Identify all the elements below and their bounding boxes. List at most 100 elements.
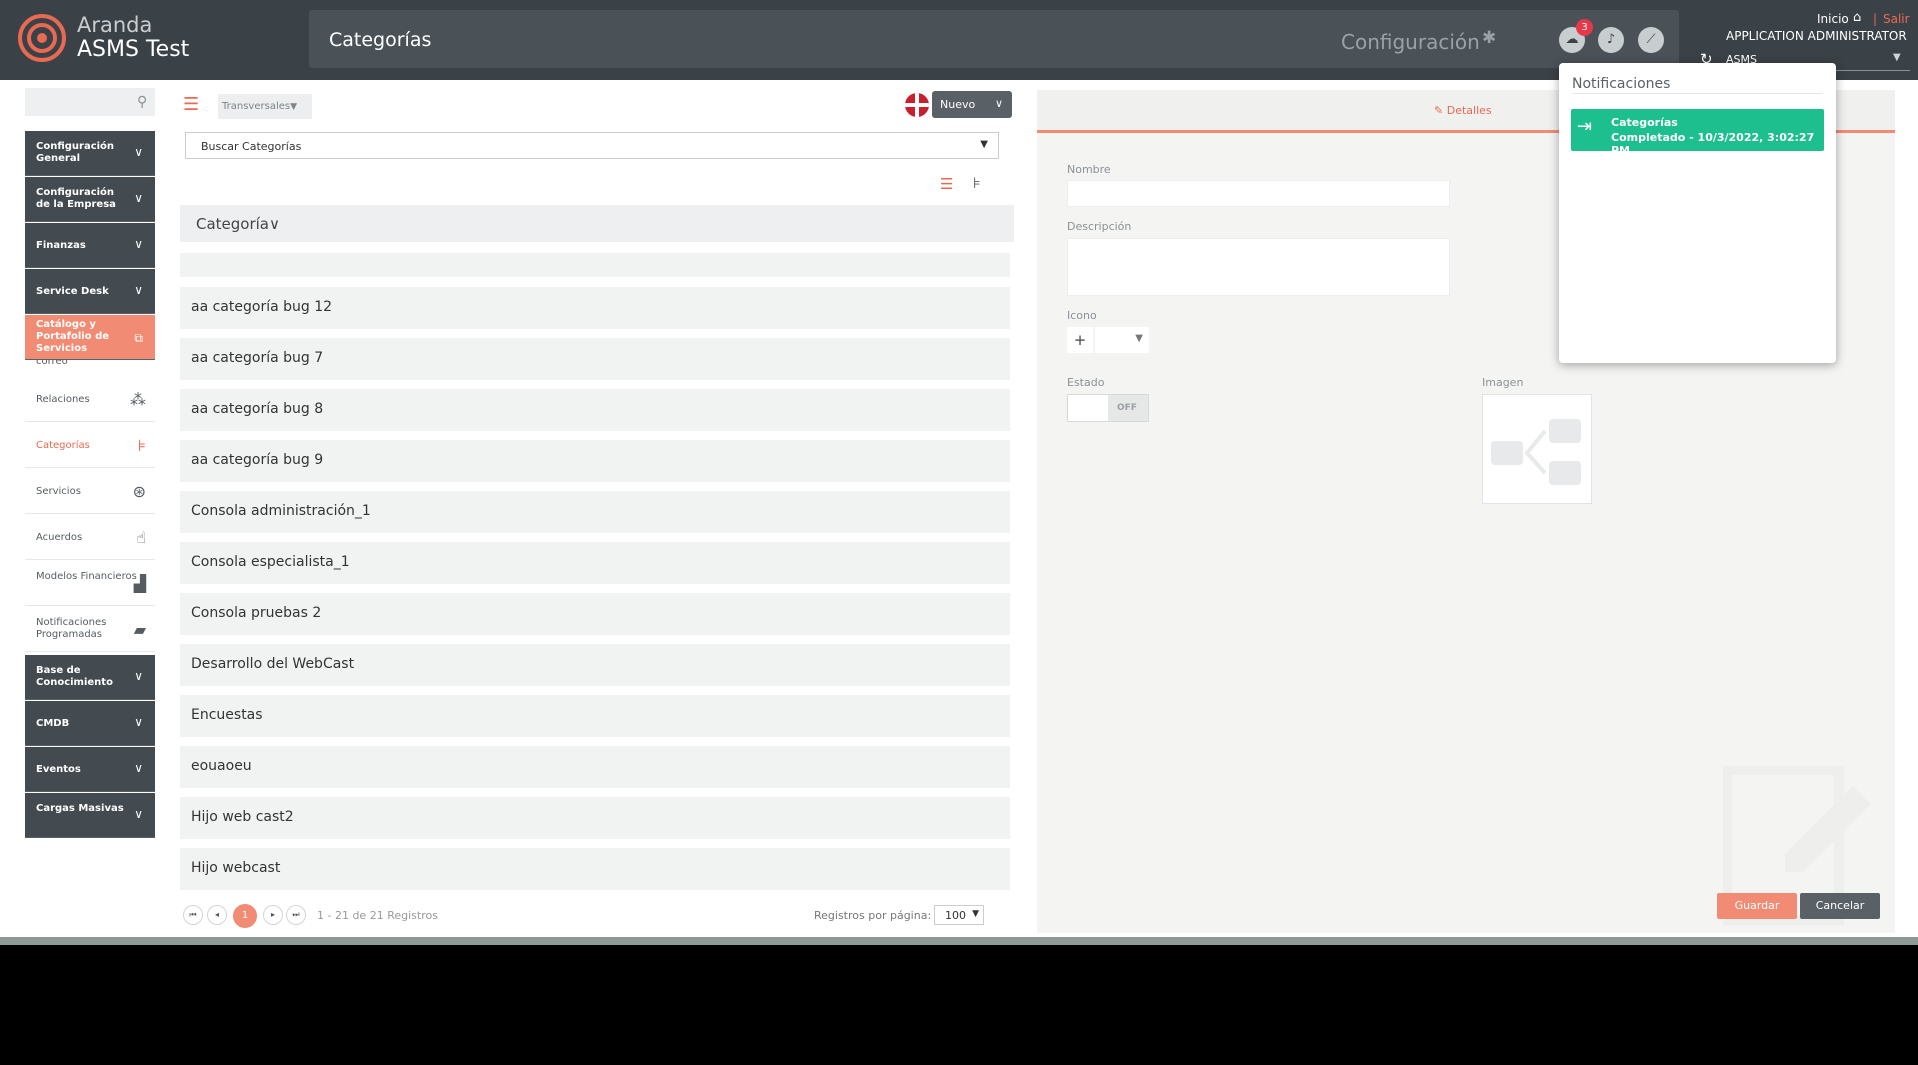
list-item[interactable]: Hijo web cast2 [180, 797, 1010, 839]
notification-title: Categorías [1611, 116, 1678, 129]
list-item[interactable]: eouaoeu [180, 746, 1010, 788]
caret-down-icon: ▼ [1135, 333, 1143, 344]
icon-select[interactable]: ▼ [1095, 327, 1149, 353]
description-field[interactable] [1067, 238, 1450, 296]
pager-info: 1 - 21 de 21 Registros [317, 909, 438, 922]
divider [1572, 93, 1823, 94]
bottom-strip [0, 937, 1918, 945]
first-page-icon[interactable]: ⏮ [183, 905, 203, 925]
search-icon[interactable]: ⚲ [137, 94, 147, 110]
home-link[interactable]: Inicio [1817, 12, 1849, 26]
brand-product: ASMS Test [77, 37, 190, 62]
list-filter-row [180, 253, 1010, 277]
new-button[interactable]: Nuevo ∨ [932, 91, 1012, 118]
filter-value: Transversales [222, 101, 291, 112]
name-field[interactable] [1067, 180, 1450, 207]
column-header-label: Categoría [196, 215, 270, 233]
config-link[interactable]: Configuración [1341, 30, 1480, 54]
services-icon: ⊛ [132, 482, 146, 501]
current-page[interactable]: 1 [233, 904, 257, 928]
menu-cargas-masivas[interactable]: Cargas Masivas ∨ [25, 793, 155, 838]
thumbs-up-icon: ☝ [136, 528, 146, 547]
caret-down-icon: ▼ [972, 909, 979, 919]
list-item[interactable]: Consola administración_1 [180, 491, 1010, 533]
chevron-down-icon: ∨ [134, 237, 143, 251]
menu-eventos[interactable]: Eventos ∨ [25, 747, 155, 792]
separator: | [1873, 12, 1878, 26]
chevron-down-icon: ∨ [994, 97, 1003, 110]
message-icon: ▰ [133, 620, 146, 639]
chevron-down-icon: ∨ [134, 669, 143, 683]
save-button[interactable]: Guardar [1717, 893, 1797, 919]
notification-badge: 3 [1576, 19, 1593, 36]
hamburger-menu-icon[interactable]: ☰ [183, 94, 199, 115]
list-item[interactable]: Desarrollo del WebCast [180, 644, 1010, 686]
list-view-icon[interactable]: ☰ [940, 175, 953, 193]
sidebar-item-modelos[interactable]: Modelos Financieros ▟ [25, 561, 155, 606]
sidebar-item-categorias[interactable]: Categorías ⊧ [25, 423, 155, 468]
per-page-label: Registros por página: [814, 909, 932, 922]
state-label: Estado [1067, 376, 1105, 389]
list-item[interactable]: aa categoría bug 7 [180, 338, 1010, 380]
list-item[interactable]: aa categoría bug 8 [180, 389, 1010, 431]
aranda-logo [18, 14, 66, 62]
state-toggle[interactable]: OFF [1067, 394, 1149, 422]
chevron-down-icon: ∨ [134, 191, 143, 205]
per-page-select[interactable]: 100 ▼ [934, 905, 984, 925]
search-categories-select[interactable]: Buscar Categorías ▼ [185, 132, 999, 159]
filter-select[interactable]: Transversales▼ [218, 94, 312, 119]
sort-chevron-icon: ∨ [269, 215, 280, 233]
menu-catalogo[interactable]: Catálogo y Portafolio de Servicios ⧉ [25, 315, 155, 360]
new-button-label: Nuevo [940, 98, 976, 111]
sidebar-item-acuerdos[interactable]: Acuerdos ☝ [25, 515, 155, 560]
menu-config-empresa[interactable]: Configuración de la Empresa ∨ [25, 177, 155, 222]
list-item[interactable]: Encuestas [180, 695, 1010, 737]
image-label: Imagen [1482, 376, 1524, 389]
menu-service-desk[interactable]: Service Desk ∨ [25, 269, 155, 314]
home-icon[interactable]: ⌂ [1853, 10, 1861, 25]
image-placeholder-icon [1491, 419, 1581, 485]
image-placeholder[interactable] [1482, 394, 1592, 504]
chevron-down-icon: ∨ [134, 807, 143, 821]
logout-link[interactable]: Salir [1883, 12, 1910, 26]
menu-finanzas[interactable]: Finanzas ∨ [25, 223, 155, 268]
add-icon-button[interactable]: + [1067, 327, 1093, 353]
chart-icon: ▟ [133, 574, 146, 593]
bell-icon[interactable]: ♪ [1598, 27, 1624, 53]
chevron-down-icon: ∨ [134, 761, 143, 775]
avatar[interactable]: ⟋ [1638, 27, 1664, 53]
list-item[interactable]: Hijo webcast [180, 848, 1010, 890]
prev-page-icon[interactable]: ◂ [207, 905, 227, 925]
list-item[interactable]: Consola pruebas 2 [180, 593, 1010, 635]
menu-base-conocimiento[interactable]: Base de Conocimiento ∨ [25, 655, 155, 700]
last-page-icon[interactable]: ⏭ [286, 905, 306, 925]
notification-item[interactable]: ⇥ Categorías Completado - 10/3/2022, 3:0… [1571, 109, 1824, 157]
chevron-down-icon[interactable]: ▼ [1893, 52, 1901, 63]
description-label: Descripción [1067, 220, 1132, 233]
notification-status: Completado - 10/3/2022, 3:02:27 PM [1611, 131, 1815, 157]
list-item[interactable]: aa categoría bug 9 [180, 440, 1010, 482]
list-item[interactable]: Consola especialista_1 [180, 542, 1010, 584]
language-flag-icon[interactable] [905, 93, 929, 117]
sidebar-item-relaciones[interactable]: Relaciones ⁂ [25, 377, 155, 422]
user-role: APPLICATION ADMINISTRATOR [1726, 29, 1907, 43]
name-label: Nombre [1067, 163, 1111, 176]
relations-icon: ⁂ [130, 390, 146, 409]
gear-icon[interactable]: ✱ [1482, 28, 1496, 48]
sidebar-item-notificaciones[interactable]: Notificaciones Programadas ▰ [25, 607, 155, 652]
menu-config-general[interactable]: Configuración General ∨ [25, 131, 155, 176]
next-page-icon[interactable]: ▸ [263, 905, 283, 925]
tree-view-icon[interactable]: ⊧ [973, 174, 981, 192]
list-item[interactable]: aa categoría bug 12 [180, 287, 1010, 329]
toggle-text: OFF [1117, 403, 1137, 413]
tab-details-label: ✎ Detalles [1434, 104, 1492, 117]
cancel-button[interactable]: Cancelar [1800, 893, 1880, 919]
column-header[interactable]: Categoría∨ [180, 205, 1014, 242]
sidebar-item-servicios[interactable]: Servicios ⊛ [25, 469, 155, 514]
page-title: Categorías [329, 29, 432, 51]
menu-cmdb[interactable]: CMDB ∨ [25, 701, 155, 746]
chevron-down-icon: ∨ [134, 145, 143, 159]
toggle-knob [1068, 395, 1108, 421]
import-icon: ⇥ [1577, 116, 1593, 137]
sidebar-search-input[interactable] [25, 88, 155, 116]
